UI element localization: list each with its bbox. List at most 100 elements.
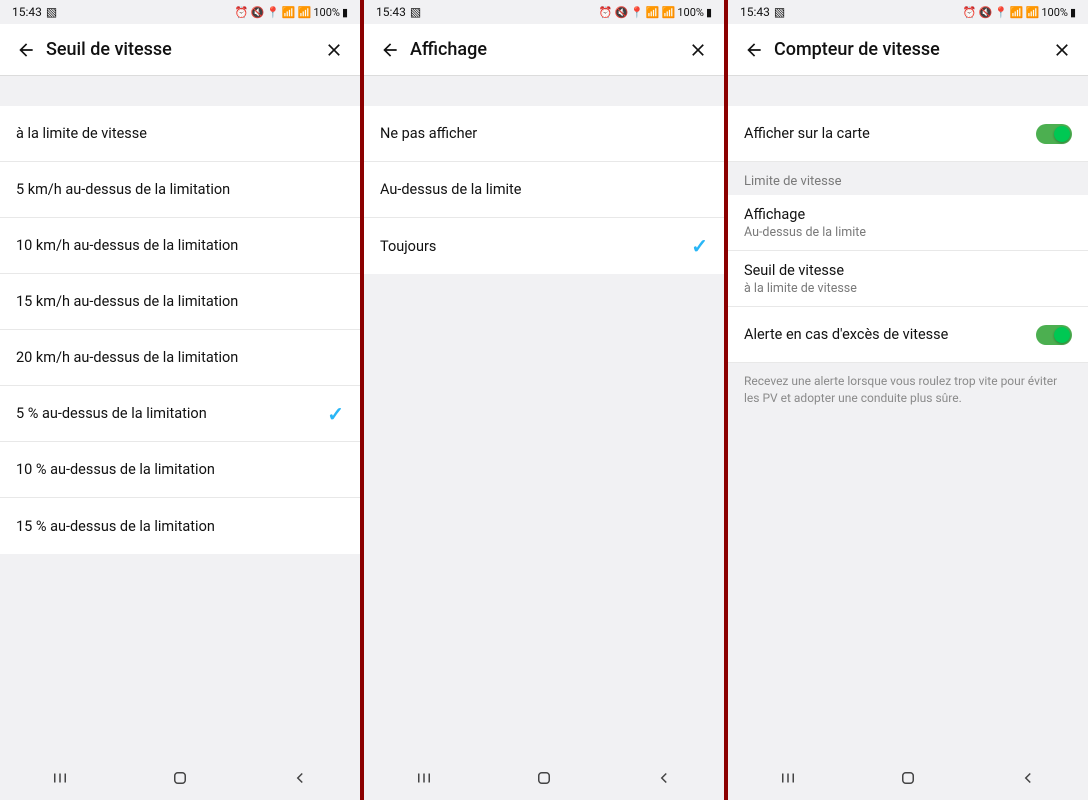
option-label: Toujours — [380, 238, 436, 255]
spacer — [364, 76, 724, 106]
nav-recent[interactable] — [40, 769, 80, 787]
signal-icon: 📶 — [298, 6, 312, 19]
nav-bar — [0, 756, 360, 800]
option-label: 20 km/h au-dessus de la limitation — [16, 349, 238, 366]
row-label: Affichage — [744, 206, 866, 223]
page-title: Affichage — [410, 39, 684, 60]
page-title: Compteur de vitesse — [774, 39, 1048, 60]
list-item[interactable]: 20 km/h au-dessus de la limitation — [0, 330, 360, 386]
arrow-left-icon — [380, 40, 400, 60]
battery-pct: 100% — [1041, 6, 1068, 19]
mute-icon: 🔇 — [979, 6, 993, 19]
close-button[interactable] — [1048, 40, 1076, 60]
option-label: Ne pas afficher — [380, 125, 477, 142]
back-button[interactable] — [12, 40, 40, 60]
status-time: 15:43 — [376, 5, 406, 19]
battery-pct: 100% — [677, 6, 704, 19]
content: Ne pas afficher Au-dessus de la limite Tou… — [364, 76, 724, 756]
close-icon — [688, 40, 708, 60]
status-bar: 15:43 ▧ ⏰ 🔇 📍 📶 📶 100% ▮ — [364, 0, 724, 24]
close-button[interactable] — [684, 40, 712, 60]
list-item[interactable]: Au-dessus de la limite — [364, 162, 724, 218]
toggle-show-on-map[interactable] — [1036, 124, 1072, 144]
row-label: Afficher sur la carte — [744, 125, 870, 142]
list-item[interactable]: 5 km/h au-dessus de la limitation — [0, 162, 360, 218]
nav-back[interactable] — [280, 769, 320, 787]
list-item[interactable]: 10 % au-dessus de la limitation — [0, 442, 360, 498]
wifi-icon: 📶 — [1010, 6, 1024, 19]
row-label: Seuil de vitesse — [744, 262, 857, 279]
close-icon — [324, 40, 344, 60]
nav-home[interactable] — [524, 769, 564, 787]
image-icon: ▧ — [410, 5, 421, 19]
nav-back[interactable] — [644, 769, 684, 787]
nav-home[interactable] — [888, 769, 928, 787]
nav-recent[interactable] — [768, 769, 808, 787]
location-icon: 📍 — [994, 6, 1008, 19]
alarm-icon: ⏰ — [963, 6, 977, 19]
row-value: Au-dessus de la limite — [744, 225, 866, 240]
list-item[interactable]: Ne pas afficher — [364, 106, 724, 162]
nav-bar — [728, 756, 1088, 800]
location-icon: 📍 — [266, 6, 280, 19]
back-button[interactable] — [376, 40, 404, 60]
wifi-icon: 📶 — [646, 6, 660, 19]
image-icon: ▧ — [774, 5, 785, 19]
arrow-left-icon — [16, 40, 36, 60]
list-item[interactable]: Toujours ✓ — [364, 218, 724, 274]
options-list: à la limite de vitesse 5 km/h au-dessus d… — [0, 106, 360, 554]
wifi-icon: 📶 — [282, 6, 296, 19]
back-button[interactable] — [740, 40, 768, 60]
list-item[interactable]: 15 % au-dessus de la limitation — [0, 498, 360, 554]
close-icon — [1052, 40, 1072, 60]
row-alerte[interactable]: Alerte en cas d'excès de vitesse — [728, 307, 1088, 363]
app-bar: Affichage — [364, 24, 724, 76]
list-item[interactable]: 5 % au-dessus de la limitation ✓ — [0, 386, 360, 442]
nav-recent[interactable] — [404, 769, 444, 787]
content: à la limite de vitesse 5 km/h au-dessus d… — [0, 76, 360, 756]
signal-icon: 📶 — [662, 6, 676, 19]
battery-pct: 100% — [313, 6, 340, 19]
nav-home[interactable] — [160, 769, 200, 787]
panel-compteur: 15:43 ▧ ⏰ 🔇 📍 📶 📶 100% ▮ Compteur de vit… — [728, 0, 1088, 800]
spacer — [728, 76, 1088, 106]
option-label: Au-dessus de la limite — [380, 181, 522, 198]
battery-icon: ▮ — [342, 6, 348, 19]
panel-seuil: 15:43 ▧ ⏰ 🔇 📍 📶 📶 100% ▮ Seuil de vitess… — [0, 0, 360, 800]
list-item[interactable]: 10 km/h au-dessus de la limitation — [0, 218, 360, 274]
option-label: 15 % au-dessus de la limitation — [16, 518, 215, 535]
toggle-alerte[interactable] — [1036, 325, 1072, 345]
option-label: 15 km/h au-dessus de la limitation — [16, 293, 238, 310]
nav-back[interactable] — [1008, 769, 1048, 787]
battery-icon: ▮ — [1070, 6, 1076, 19]
option-label: 10 % au-dessus de la limitation — [16, 461, 215, 478]
row-affichage[interactable]: Affichage Au-dessus de la limite — [728, 195, 1088, 251]
option-label: 5 km/h au-dessus de la limitation — [16, 181, 230, 198]
row-seuil[interactable]: Seuil de vitesse à la limite de vitesse — [728, 251, 1088, 307]
check-icon: ✓ — [691, 234, 708, 258]
alarm-icon: ⏰ — [599, 6, 613, 19]
list-item[interactable]: à la limite de vitesse — [0, 106, 360, 162]
check-icon: ✓ — [327, 402, 344, 426]
page-title: Seuil de vitesse — [46, 39, 320, 60]
list-item[interactable]: 15 km/h au-dessus de la limitation — [0, 274, 360, 330]
arrow-left-icon — [744, 40, 764, 60]
image-icon: ▧ — [46, 5, 57, 19]
row-show-on-map[interactable]: Afficher sur la carte — [728, 106, 1088, 162]
row-value: à la limite de vitesse — [744, 281, 857, 296]
options-list: Ne pas afficher Au-dessus de la limite Tou… — [364, 106, 724, 274]
app-bar: Compteur de vitesse — [728, 24, 1088, 76]
panel-affichage: 15:43 ▧ ⏰ 🔇 📍 📶 📶 100% ▮ Affichage Ne pa… — [364, 0, 724, 800]
section-header: Limite de vitesse — [728, 162, 1088, 195]
signal-icon: 📶 — [1026, 6, 1040, 19]
status-time: 15:43 — [740, 5, 770, 19]
close-button[interactable] — [320, 40, 348, 60]
mute-icon: 🔇 — [251, 6, 265, 19]
option-label: 5 % au-dessus de la limitation — [16, 405, 207, 422]
note-text: Recevez une alerte lorsque vous roulez t… — [728, 363, 1088, 417]
battery-icon: ▮ — [706, 6, 712, 19]
status-bar: 15:43 ▧ ⏰ 🔇 📍 📶 📶 100% ▮ — [728, 0, 1088, 24]
app-bar: Seuil de vitesse — [0, 24, 360, 76]
option-label: 10 km/h au-dessus de la limitation — [16, 237, 238, 254]
option-label: à la limite de vitesse — [16, 125, 147, 142]
